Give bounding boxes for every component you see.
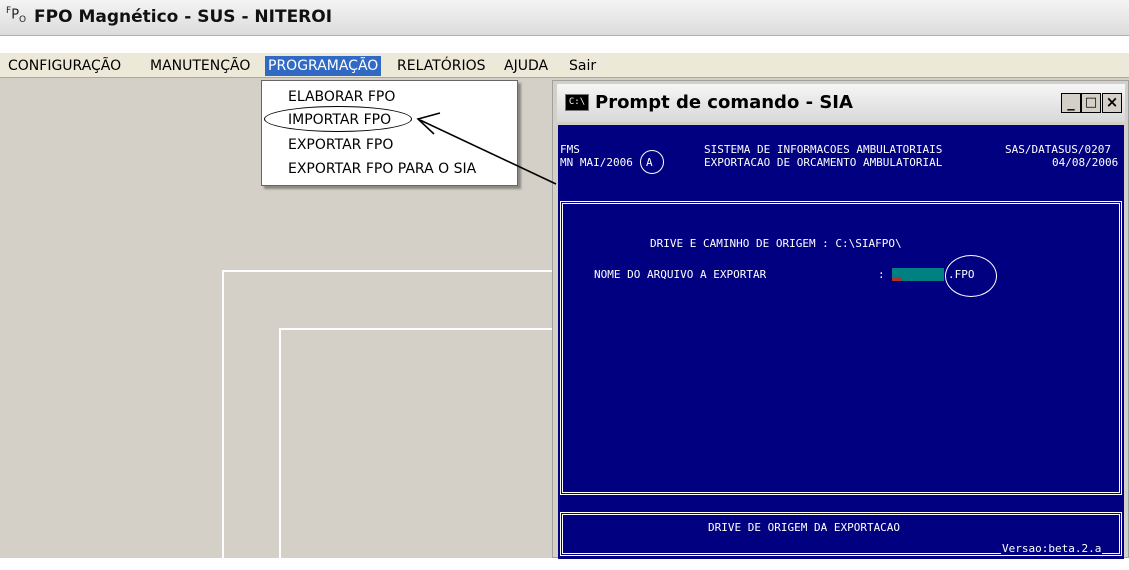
app-logo-icon: FPO [6, 6, 27, 25]
menu-relatorios[interactable]: RELATÓRIOS [397, 56, 486, 76]
status-message: DRIVE DE ORIGEM DA EXPORTACAO [708, 521, 901, 534]
maximize-button[interactable]: □ [1081, 93, 1101, 113]
menu-item-elaborar-fpo[interactable]: ELABORAR FPO [288, 89, 395, 105]
menu-manutencao[interactable]: MANUTENÇÃO [150, 56, 250, 76]
version-label: Versao:beta.2.a [1001, 542, 1103, 555]
annotation-ellipse [264, 106, 412, 132]
header-module-name: EXPORTACAO DE ORCAMENTO AMBULATORIAL [704, 156, 943, 169]
header-competence: MN MAI/2006 [560, 156, 633, 169]
header-system-code: FMS [560, 143, 580, 156]
menu-programacao[interactable]: PROGRAMAÇÃO [265, 56, 382, 76]
console-screen[interactable]: FMS MN MAI/2006 A SISTEMA DE INFORMACOES… [558, 125, 1124, 559]
minimize-button[interactable]: _ [1061, 93, 1081, 113]
annotation-circle-letter [640, 150, 664, 174]
menu-item-exportar-fpo[interactable]: EXPORTAR FPO [288, 137, 393, 153]
header-version-code: SAS/DATASUS/0207 [1005, 143, 1111, 156]
console-icon: C:\ [565, 94, 589, 111]
drive-path-line: DRIVE E CAMINHO DE ORIGEM : C:\SIAFPO\ [650, 237, 902, 250]
menu-item-exportar-fpo-sia[interactable]: EXPORTAR FPO PARA O SIA [288, 161, 476, 177]
menu-bar: CONFIGURAÇÃO MANUTENÇÃO PROGRAMAÇÃO RELA… [0, 52, 1129, 78]
annotation-circle-extension [945, 255, 997, 297]
file-name-label: NOME DO ARQUIVO A EXPORTAR [594, 268, 767, 281]
app-title-bar: FPO FPO Magnético - SUS - NITEROI [0, 0, 1129, 36]
background-frame-inner [279, 328, 569, 568]
file-name-colon: : [878, 268, 885, 281]
menu-configuracao[interactable]: CONFIGURAÇÃO [8, 56, 121, 76]
cmd-title-bar[interactable]: C:\ Prompt de comando - SIA _ □ × [557, 84, 1125, 122]
cmd-window-title: Prompt de comando - SIA [595, 92, 853, 113]
programacao-dropdown-menu: ELABORAR FPO IMPORTAR FPO EXPORTAR FPO E… [261, 80, 518, 186]
menu-sair[interactable]: Sair [569, 56, 596, 76]
app-title: FPO Magnético - SUS - NITEROI [34, 7, 333, 27]
header-system-name: SISTEMA DE INFORMACOES AMBULATORIAIS [704, 143, 943, 156]
menu-ajuda[interactable]: AJUDA [504, 56, 548, 76]
close-button[interactable]: × [1102, 93, 1122, 113]
command-prompt-window[interactable]: C:\ Prompt de comando - SIA _ □ × FMS MN… [552, 80, 1129, 559]
text-cursor [892, 277, 902, 281]
header-date: 04/08/2006 [1052, 156, 1119, 169]
